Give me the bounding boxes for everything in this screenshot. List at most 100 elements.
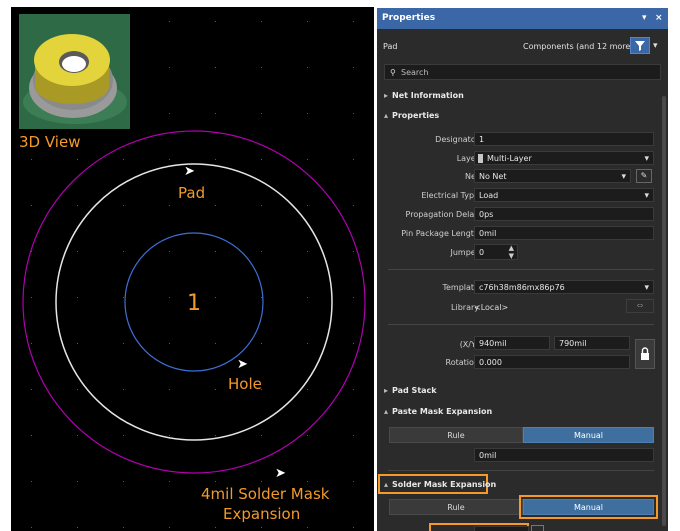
grid-dot [307,21,308,22]
grid-dot [169,159,170,160]
pcb-canvas[interactable]: 3D View Pad Hole 4mil Solder Mask Expans… [11,7,374,531]
grid-dot [353,113,354,114]
grid-dot [261,435,262,436]
section-net-information[interactable]: ▸ Net Information [384,91,464,100]
panel-menu-icon[interactable]: ▾ [642,13,647,23]
grid-dot [77,435,78,436]
3d-pad-render [19,14,130,129]
solder-mask-checkbox[interactable] [531,525,544,531]
grid-dot [353,481,354,482]
section-properties[interactable]: ▴ Properties [384,111,439,120]
grid-dot [169,67,170,68]
grid-dot [123,343,124,344]
expand-down-icon: ▴ [384,407,389,416]
library-link-icon[interactable]: ⇔ [626,299,654,313]
stepper-arrows-icon[interactable]: ▲ ▼ [509,245,514,259]
search-input[interactable]: ⚲ Search [384,64,661,80]
lock-button[interactable] [635,339,655,369]
grid-dot [215,389,216,390]
grid-dot [353,67,354,68]
template-select[interactable]: c76h38m86mx86p76 [474,280,654,294]
grid-dot [215,297,216,298]
grid-dot [307,435,308,436]
y-position-field[interactable]: 790mil [554,336,630,350]
layer-color-swatch [478,154,483,163]
propagation-delay-field[interactable]: 0ps [474,207,654,221]
solder-mask-rule-button[interactable]: Rule [389,499,523,515]
filter-summary[interactable]: Components (and 12 more) [523,42,633,51]
paste-mask-rule-button[interactable]: Rule [389,427,523,443]
grid-dot [261,67,262,68]
layer-select[interactable]: Multi-Layer [474,151,654,165]
grid-dot [123,159,124,160]
grid-dot [215,435,216,436]
divider [388,324,654,325]
grid-dot [261,527,262,528]
grid-dot [261,481,262,482]
filter-button[interactable] [630,37,650,54]
grid-dot [77,481,78,482]
properties-panel: Properties ▾ × Pad Components (and 12 mo… [377,8,668,531]
pad-annotation: Pad [178,184,206,202]
grid-dot [169,205,170,206]
grid-dot [31,297,32,298]
3d-view-thumbnail [19,14,130,129]
section-paste-mask-expansion[interactable]: ▴ Paste Mask Expansion [384,407,492,416]
close-icon[interactable]: × [655,13,663,23]
jumper-stepper[interactable]: 0 ▲ ▼ [474,244,518,260]
grid-dot [261,159,262,160]
hole-annotation: Hole [228,375,262,393]
layer-value: Multi-Layer [487,154,532,163]
grid-dot [77,297,78,298]
grid-dot [261,205,262,206]
grid-dot [307,481,308,482]
manual-highlight-box [519,495,658,519]
grid-dot [31,527,32,528]
filter-dropdown-icon[interactable]: ▾ [653,41,658,51]
x-position-field[interactable]: 940mil [474,336,550,350]
paste-mask-value-field[interactable]: 0mil [474,448,654,462]
grid-dot [123,527,124,528]
grid-dot [169,389,170,390]
grid-dot [307,297,308,298]
paste-mask-manual-button[interactable]: Manual [523,427,654,443]
grid-dot [77,389,78,390]
electrical-type-label: Electrical Type [421,191,479,200]
collapse-right-icon: ▸ [384,91,389,100]
net-select[interactable]: No Net [474,169,631,183]
solder-mask-annotation-line1: 4mil Solder Mask [201,485,330,503]
grid-dot [353,205,354,206]
designator-field[interactable]: 1 [474,132,654,146]
section-pad-stack[interactable]: ▸ Pad Stack [384,386,437,395]
solder-mask-annotation-line2: Expansion [223,505,301,523]
grid-dot [31,481,32,482]
grid-dot [261,251,262,252]
jumper-value: 0 [479,248,485,257]
grid-dot [215,159,216,160]
panel-title-bar: Properties ▾ × [377,8,668,29]
pad-designator-text: 1 [187,291,201,316]
grid-dot [261,343,262,344]
grid-dot [307,251,308,252]
electrical-type-select[interactable]: Load [474,188,654,202]
grid-dot [169,527,170,528]
section-label: Pad Stack [392,386,437,395]
section-solder-mask-expansion[interactable]: ▴ Solder Mask Expansion [384,480,496,489]
solder-mask-value-field[interactable] [474,526,529,531]
grid-dot [169,435,170,436]
grid-dot [307,67,308,68]
rotation-field[interactable]: 0.000 [474,355,630,369]
net-edit-pencil-icon[interactable]: ✎ [636,169,652,183]
pin-package-length-field[interactable]: 0mil [474,226,654,240]
grid-dot [215,251,216,252]
grid-dot [169,251,170,252]
grid-dot [307,389,308,390]
grid-dot [77,159,78,160]
panel-scrollbar[interactable] [662,96,666,526]
grid-dot [169,297,170,298]
grid-dot [31,205,32,206]
panel-title: Properties [382,13,436,23]
grid-dot [261,21,262,22]
grid-dot [307,527,308,528]
grid-dot [123,389,124,390]
